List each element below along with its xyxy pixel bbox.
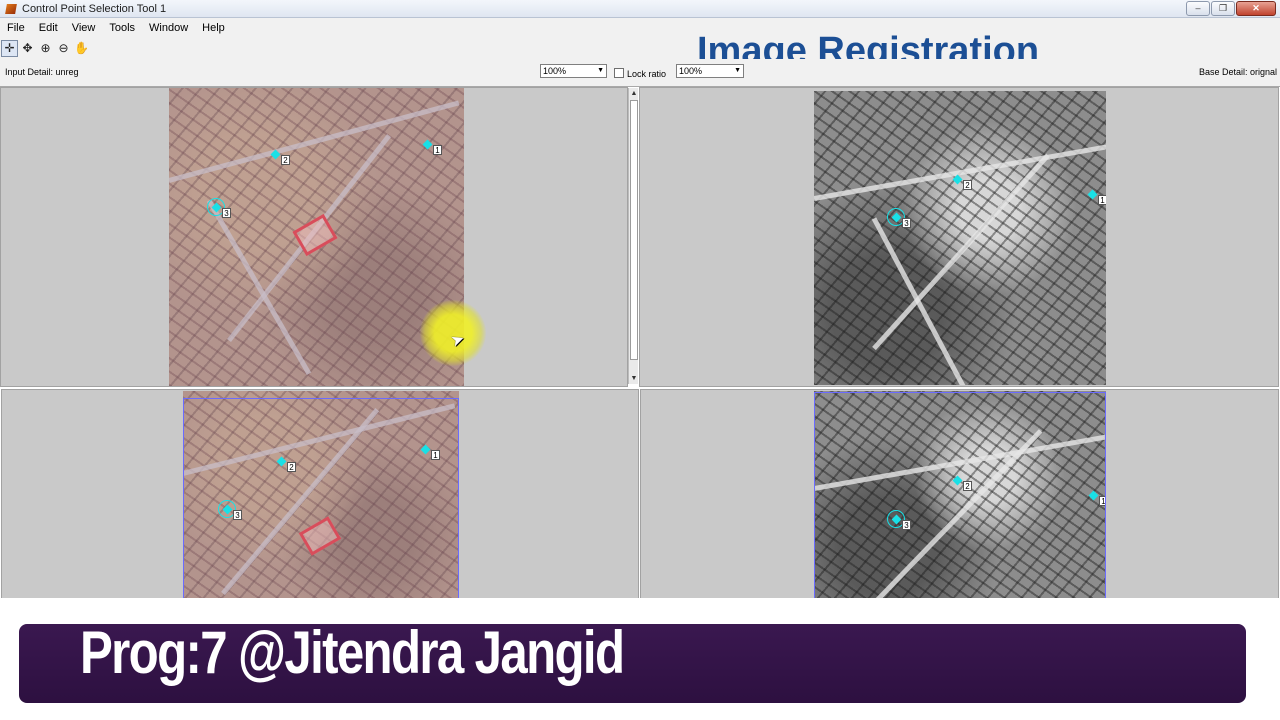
control-point-label: 2 — [963, 180, 972, 190]
control-point-label: 1 — [1098, 195, 1106, 205]
scroll-down-icon[interactable]: ▼ — [629, 373, 639, 384]
base-detail-image[interactable]: 1 2 3 — [814, 91, 1106, 385]
input-overview-panel[interactable]: 1 2 3 — [1, 389, 639, 599]
menu-bar: File Edit View Tools Window Help — [0, 18, 1280, 37]
base-zoom-select[interactable]: 100% ▼ — [676, 64, 744, 78]
scroll-up-icon[interactable]: ▲ — [629, 88, 639, 99]
input-zoom-select[interactable]: 100% ▼ — [540, 64, 607, 78]
vertical-scrollbar[interactable]: ▲ ▼ — [628, 88, 638, 384]
menu-help[interactable]: Help — [195, 22, 232, 34]
road — [169, 100, 460, 183]
lock-ratio-label: Lock ratio — [627, 69, 667, 79]
edit-point-icon[interactable]: ✥ — [19, 40, 36, 57]
zoom-out-icon[interactable]: ⊖ — [55, 40, 72, 57]
detail-view-rectangle[interactable] — [183, 398, 459, 598]
control-point-marker — [952, 174, 963, 185]
road — [206, 199, 312, 375]
window-title: Control Point Selection Tool 1 — [22, 2, 167, 15]
detail-row: Input Detail: unreg 100% ▼ Lock ratio 10… — [0, 59, 1280, 87]
control-point-label: 1 — [433, 145, 442, 155]
input-detail-label: Input Detail: unreg — [5, 67, 79, 77]
chevron-down-icon: ▼ — [734, 67, 741, 74]
menu-window[interactable]: Window — [142, 22, 195, 34]
minimize-button[interactable]: – — [1186, 1, 1210, 16]
control-point-label: 3 — [902, 218, 911, 228]
base-detail-label: Base Detail: orignal — [1198, 67, 1277, 77]
lock-ratio-checkbox[interactable] — [614, 68, 624, 78]
menu-view[interactable]: View — [65, 22, 103, 34]
window-controls: – ❐ ✕ — [1186, 1, 1276, 16]
base-overview-panel[interactable]: 1 2 3 — [640, 389, 1279, 599]
input-detail-image[interactable]: 1 2 3 — [169, 88, 464, 386]
scroll-thumb[interactable] — [630, 100, 638, 360]
menu-tools[interactable]: Tools — [102, 22, 142, 34]
close-button[interactable]: ✕ — [1236, 1, 1276, 16]
toolbar: ✛ ✥ ⊕ ⊖ ✋ — [0, 37, 1280, 59]
input-zoom-value: 100% — [543, 66, 567, 76]
caption-text: Prog:7 @Jitendra Jangid — [80, 619, 625, 686]
control-point-label: 3 — [222, 208, 231, 218]
control-point-marker — [1087, 189, 1098, 200]
road — [871, 217, 971, 385]
matlab-logo-icon — [5, 3, 17, 15]
pan-hand-icon[interactable]: ✋ — [73, 40, 90, 57]
detail-view-rectangle[interactable] — [814, 392, 1106, 598]
road — [814, 143, 1106, 201]
maximize-button[interactable]: ❐ — [1211, 1, 1235, 16]
add-point-icon[interactable]: ✛ — [1, 39, 18, 57]
base-detail-panel[interactable]: 1 2 3 — [639, 87, 1279, 387]
input-detail-panel[interactable]: 1 2 3 — [0, 87, 628, 387]
menu-edit[interactable]: Edit — [32, 22, 65, 34]
base-zoom-value: 100% — [679, 66, 703, 76]
control-point-label: 2 — [281, 155, 290, 165]
chevron-down-icon: ▼ — [597, 67, 604, 74]
zoom-in-icon[interactable]: ⊕ — [37, 40, 54, 57]
title-bar: Control Point Selection Tool 1 – ❐ ✕ — [0, 0, 1280, 18]
menu-file[interactable]: File — [0, 22, 32, 34]
control-point-marker — [422, 139, 433, 150]
